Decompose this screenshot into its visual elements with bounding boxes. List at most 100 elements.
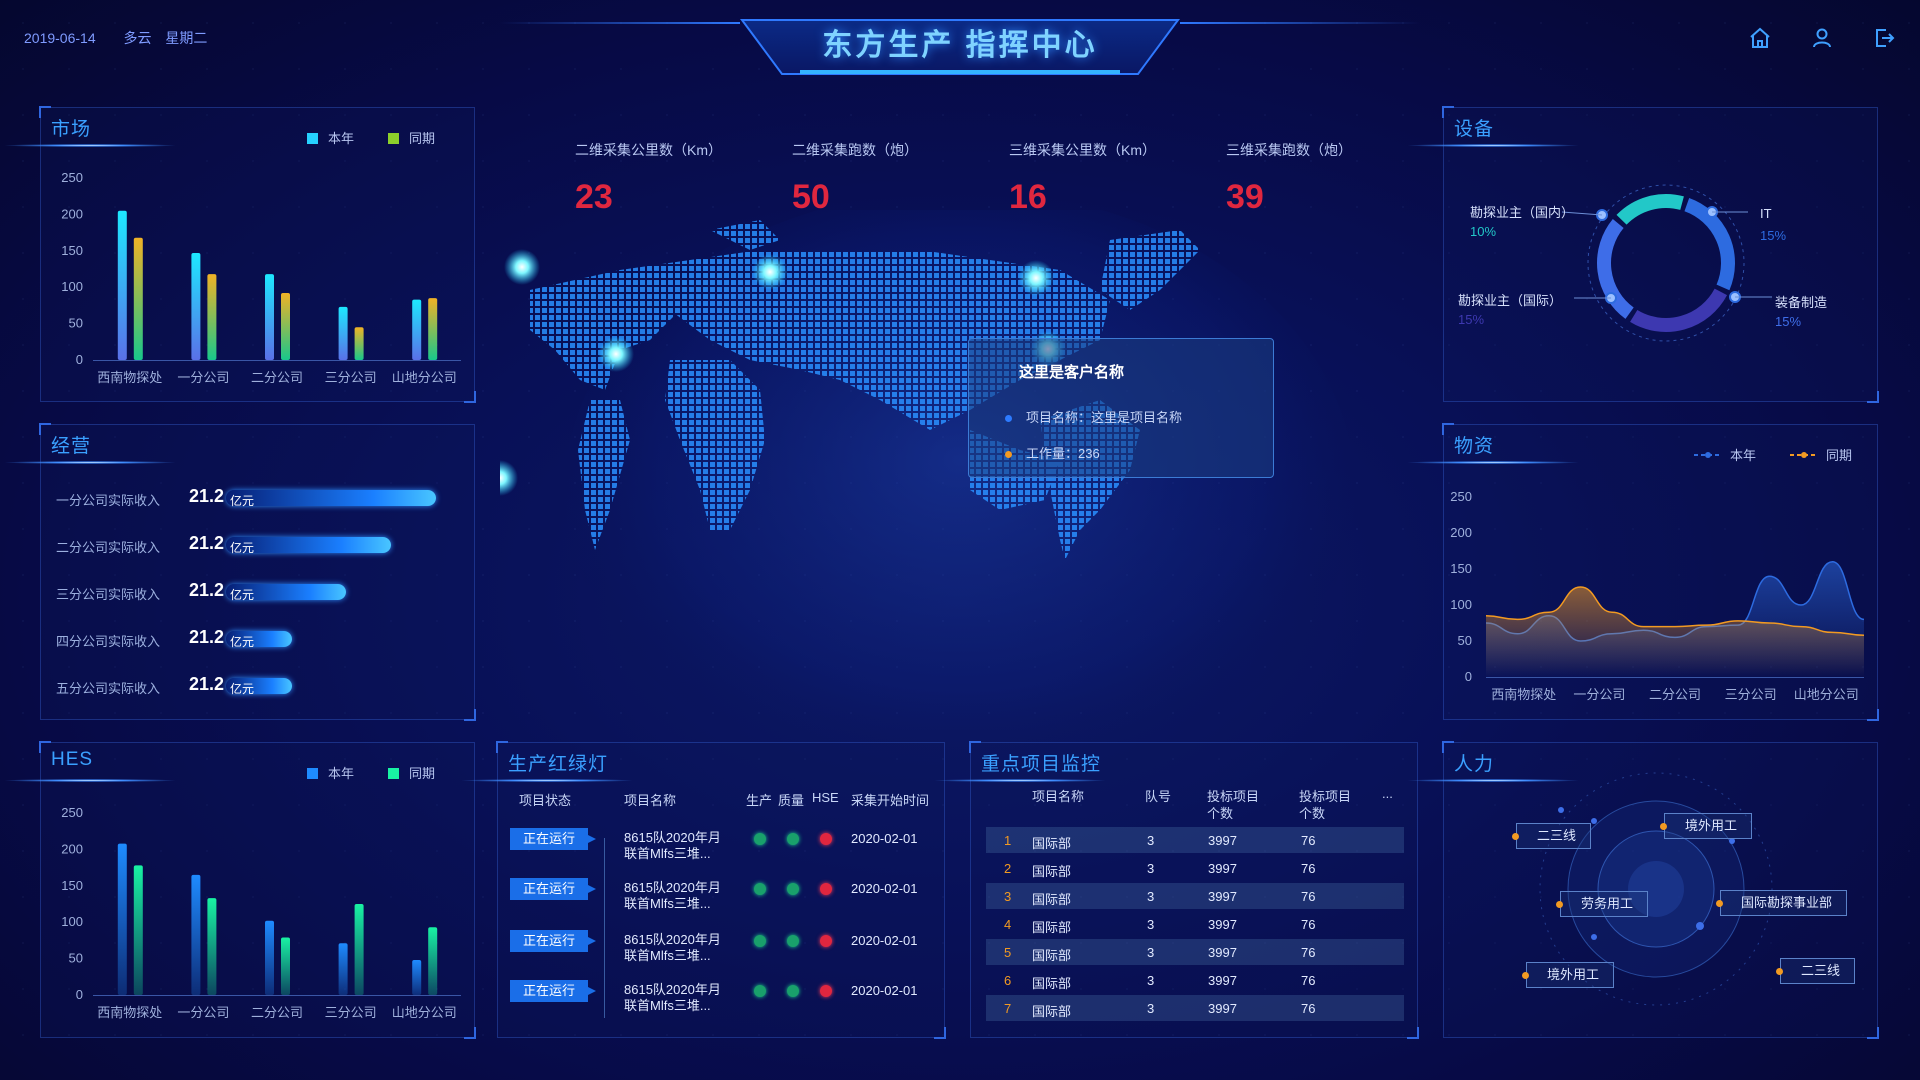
x-tick-label: 西南物探处 [1491, 687, 1556, 702]
hr-tag[interactable]: 劳务用工 [1555, 891, 1649, 917]
weather: 多云 [123, 30, 152, 46]
col-project-name: 项目名称 [624, 793, 677, 808]
table-row[interactable]: 4 国际部 3 3997 76 [986, 911, 1404, 937]
map-marker[interactable] [598, 336, 634, 372]
donut-slice[interactable] [1616, 194, 1684, 225]
bar [281, 293, 290, 360]
col-production: 生产 [746, 793, 773, 808]
x-tick-label: 三分公司 [325, 370, 377, 385]
bar [191, 874, 201, 995]
map-marker[interactable] [504, 249, 540, 285]
stat-2d-shots: 二维采集跑数（炮） 50 [792, 140, 992, 217]
blue-dot-icon [1005, 415, 1012, 422]
project-name-line2: 联首Mlfs三堆... [624, 896, 711, 911]
y-tick-label: 200 [1450, 525, 1472, 540]
status-badge: 正在运行 [510, 878, 596, 900]
stat-2d-km: 二维采集公里数（Km） 23 [575, 140, 775, 217]
row-bid-a: 3997 [1208, 917, 1237, 932]
bar [412, 960, 422, 995]
equipment-donut-chart [1561, 184, 1772, 342]
table-row[interactable]: 6 国际部 3 3997 76 [986, 967, 1404, 993]
y-tick-label: 100 [61, 914, 83, 929]
user-icon[interactable] [1810, 26, 1834, 50]
row-project-name: 国际部 [1032, 976, 1072, 991]
col-team: 队号 [1145, 789, 1172, 804]
income-bar [226, 490, 436, 506]
table-row[interactable]: 5 国际部 3 3997 76 [986, 939, 1404, 965]
y-tick-label: 200 [61, 841, 83, 856]
row-number: 7 [1004, 1001, 1012, 1016]
income-unit: 亿元 [230, 682, 255, 696]
bar [133, 865, 143, 995]
income-unit: 亿元 [230, 588, 255, 602]
equip-label-domestic: 勘探业主（国内） [1470, 205, 1575, 220]
table-row[interactable]: 7 国际部 3 3997 76 [986, 995, 1404, 1021]
y-tick-label: 150 [61, 878, 83, 893]
quality-light [787, 985, 799, 997]
bar [338, 943, 348, 995]
table-row[interactable]: 1 国际部 3 3997 76 [986, 827, 1404, 853]
hr-tag[interactable]: 二三线 [1775, 958, 1856, 984]
row-bid-b: 76 [1301, 861, 1316, 876]
customer-tooltip: 这里是客户名称 项目名称：这里是项目名称 工作量：236 [968, 338, 1274, 478]
hr-tag[interactable]: 国际勘探事业部 [1715, 890, 1848, 916]
map-marker[interactable] [500, 460, 518, 496]
start-date: 2020-02-01 [851, 881, 918, 896]
col-start-time: 采集开始时间 [851, 793, 930, 808]
hse-light [820, 935, 832, 947]
production-light [754, 883, 766, 895]
x-tick-label: 二分公司 [251, 1005, 303, 1020]
page-title: 东方生产 指挥中心 [822, 29, 1098, 62]
market-panel: 市场 本年 同期 250 200 150 100 50 0 西南物探处 一分公司 二分公司 三分公… [5, 106, 476, 403]
row-number: 3 [1004, 889, 1012, 904]
home-icon[interactable] [1748, 26, 1772, 50]
logout-icon[interactable] [1872, 26, 1896, 50]
materials-panel: 物资 本年 同期 250 200 150 100 50 0 西南物探处 一分公司 二分公司 三分公… [1408, 423, 1879, 721]
table-row[interactable]: 2 国际部 3 3997 76 [986, 855, 1404, 881]
start-date: 2020-02-01 [851, 933, 918, 948]
income-value: 21.2 [189, 627, 225, 647]
col-status: 项目状态 [519, 793, 572, 808]
top-toolbar [1748, 26, 1896, 50]
tooltip-customer: 这里是客户名称 [1019, 364, 1125, 381]
bar [207, 898, 217, 995]
hr-tag[interactable]: 境外用工 [1521, 962, 1615, 988]
bar [428, 298, 438, 360]
row-bid-b: 76 [1301, 973, 1316, 988]
income-value: 21.2 [189, 580, 225, 600]
col-bid-2-count: 个数 [1299, 806, 1326, 821]
hr-tag[interactable]: 境外用工 [1659, 813, 1753, 839]
world-map[interactable] [500, 210, 1420, 730]
row-number: 4 [1004, 917, 1012, 932]
hse-light [820, 985, 832, 997]
donut-outer-ring [1587, 184, 1745, 342]
row-bid-a: 3997 [1208, 1001, 1237, 1016]
project-name-line2: 联首Mlfs三堆... [624, 948, 711, 963]
map-marker[interactable] [1018, 260, 1054, 296]
tooltip-workload-text: 工作量：236 [1026, 446, 1100, 461]
hr-tag[interactable]: 二三线 [1511, 823, 1592, 849]
donut-slice[interactable] [1684, 198, 1735, 291]
date-weather: 2019-06-14 多云 星期二 [24, 28, 231, 48]
row-project-name: 国际部 [1032, 1004, 1072, 1019]
map-marker[interactable] [752, 254, 788, 290]
table-row[interactable]: 3 国际部 3 3997 76 [986, 883, 1404, 909]
income-row: 四分公司实际收入 21.2 亿元 [56, 627, 456, 651]
production-light [754, 833, 766, 845]
bar [117, 210, 127, 360]
x-tick-label: 一分公司 [177, 370, 229, 385]
row-bid-a: 3997 [1208, 889, 1237, 904]
row-bid-a: 3997 [1208, 945, 1237, 960]
timeline-line [604, 838, 605, 1018]
y-tick-label: 250 [61, 170, 83, 185]
x-tick-label: 西南物探处 [97, 370, 162, 385]
panel-glow-line [935, 779, 1105, 782]
header-line-right [1180, 22, 1420, 24]
row-bid-a: 3997 [1208, 973, 1237, 988]
y-tick-label: 50 [1458, 633, 1472, 648]
production-light [754, 935, 766, 947]
row-team: 3 [1147, 973, 1155, 988]
col-more[interactable]: ... [1382, 786, 1393, 801]
x-tick-label: 西南物探处 [97, 1005, 162, 1020]
donut-slice[interactable] [1630, 288, 1728, 332]
